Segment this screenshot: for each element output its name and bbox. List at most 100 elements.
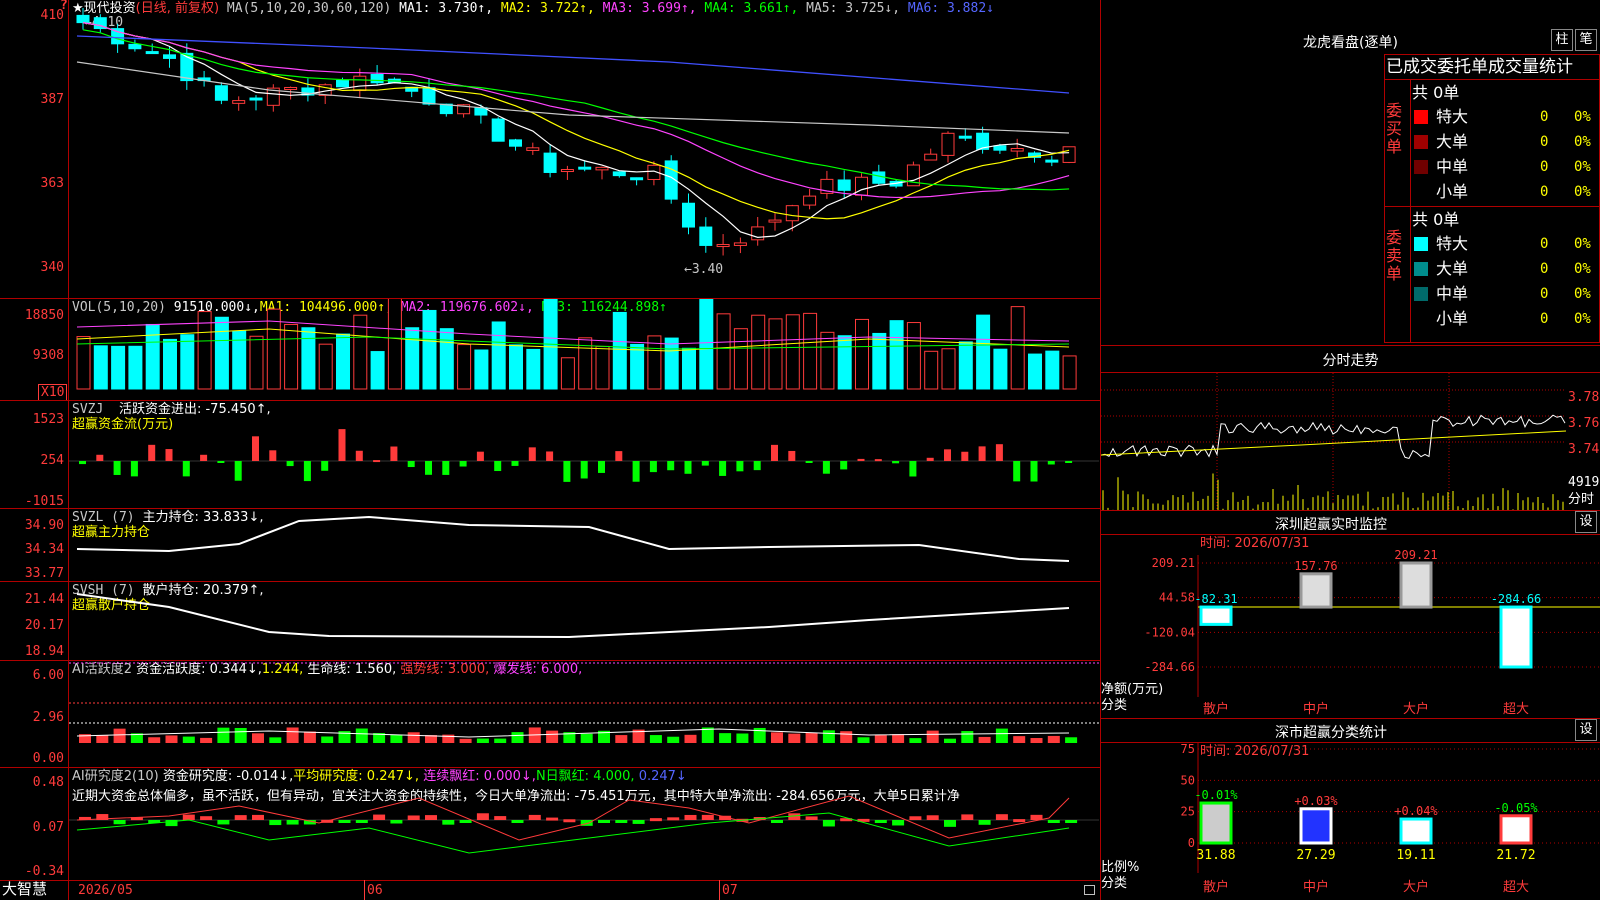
ai2-y-label: 0.07 — [32, 820, 64, 835]
volume-bar — [976, 314, 991, 390]
volume-bar — [422, 309, 437, 390]
candle-down — [543, 152, 557, 173]
candle-up — [941, 132, 955, 156]
sz-ratio-bar-chart: 75 50 25 0 -0.01% 31.88 散户 +0.03% 27.29 中户 +0.04% 1… — [1181, 743, 1600, 895]
sz-monitor-settings-button[interactable]: 设 — [1575, 511, 1597, 533]
divider — [1100, 345, 1600, 346]
activity-bar — [805, 732, 818, 743]
category-label: 超大 — [1503, 880, 1529, 895]
retail-position-line — [76, 593, 1070, 639]
class-y-label: 25 — [1181, 805, 1195, 819]
flow-bar — [1013, 461, 1021, 482]
flow-bar — [632, 461, 640, 482]
volume-bar — [785, 314, 800, 390]
divider — [1384, 206, 1600, 207]
candle-up — [1010, 147, 1024, 152]
volume-bar — [768, 318, 783, 390]
svsh-y-label: 20.17 — [24, 618, 64, 633]
research-bar — [286, 820, 299, 825]
flow-bar — [303, 461, 311, 482]
activity-bar — [355, 728, 368, 743]
flow-bar — [822, 461, 830, 474]
activity-bar — [165, 735, 178, 743]
ai-y-label: 0.00 — [32, 751, 64, 766]
volume-bar — [214, 316, 229, 390]
flow-bar — [667, 461, 675, 471]
bar-mode-button[interactable]: 柱 — [1551, 29, 1573, 51]
research-bar — [805, 816, 818, 820]
volume-bar — [751, 314, 766, 390]
intraday-y-label: 3.760 — [1568, 416, 1600, 431]
volume-bar — [664, 337, 679, 390]
price-y-label: 410 — [40, 8, 64, 23]
activity-bar — [1013, 736, 1026, 743]
divider — [0, 880, 1100, 881]
order-count: 0 — [1540, 236, 1549, 252]
candle-down — [958, 135, 972, 139]
volume-bar — [474, 349, 489, 390]
order-color-swatch — [1414, 185, 1428, 199]
flow-bar — [321, 461, 329, 471]
ma-line — [82, 22, 1070, 220]
activity-bar — [995, 728, 1008, 743]
flow-bar — [425, 461, 432, 475]
volume-bar — [837, 335, 852, 390]
candle-up — [595, 166, 609, 171]
sz-class-title: 深市超赢分类统计 — [1275, 725, 1387, 741]
research-bar — [546, 817, 559, 821]
order-color-swatch — [1414, 135, 1428, 149]
candle-down — [111, 28, 125, 45]
lock-icon[interactable] — [1084, 885, 1095, 895]
flow-bar — [511, 461, 519, 466]
research-bar — [390, 820, 403, 824]
ratio-bar — [1399, 817, 1433, 845]
flow-bar — [978, 446, 986, 461]
volume-bar — [93, 345, 108, 390]
volume-bar — [405, 327, 420, 390]
ratio-bar — [1299, 807, 1333, 845]
category-label: 超大 — [1503, 702, 1529, 717]
svzj-y-label: 1523 — [32, 412, 64, 427]
research-bar — [113, 820, 126, 825]
activity-bar — [476, 738, 489, 743]
sz-class-settings-button[interactable]: 设 — [1575, 719, 1597, 741]
sz-class-unit: 比例% — [1101, 860, 1140, 875]
research-bar — [822, 820, 835, 827]
volume-bar — [1010, 306, 1025, 390]
candle-down — [180, 52, 194, 82]
research-bar — [355, 820, 368, 823]
research-bar — [944, 820, 956, 827]
activity-bar — [684, 734, 697, 743]
research-bar — [234, 815, 247, 820]
side-label: 委买单 — [1386, 101, 1403, 156]
research-bar — [528, 814, 541, 820]
ratio-value-label: 31.88 — [1196, 848, 1235, 863]
main-position-line — [76, 515, 1070, 562]
volume-bar — [1045, 350, 1060, 390]
price-y-label: 340 — [40, 260, 64, 275]
flow-bar — [892, 461, 900, 464]
flow-bar — [1030, 461, 1038, 482]
tick-mode-button[interactable]: 笔 — [1575, 29, 1597, 51]
flow-bar — [805, 461, 813, 463]
flow-bar — [96, 454, 104, 461]
flow-bar — [79, 461, 86, 465]
monitor-y-label: -120.04 — [1144, 625, 1195, 639]
activity-bar — [286, 727, 299, 743]
research-bar — [563, 819, 576, 823]
flow-bar — [1065, 461, 1073, 463]
candle-up — [924, 153, 938, 161]
activity-bar — [771, 732, 783, 743]
research-bar — [373, 814, 386, 820]
flow-bar — [494, 461, 502, 472]
activity-bar — [874, 735, 887, 743]
flow-bar — [338, 429, 346, 461]
ai-y-label: 2.96 — [32, 710, 64, 725]
ratio-change-label: -0.05% — [1494, 801, 1538, 815]
ratio-value-label: 19.11 — [1396, 848, 1435, 863]
flow-bar — [113, 461, 121, 475]
divider — [1410, 79, 1411, 343]
flow-bar — [857, 458, 865, 461]
candle-down — [163, 54, 176, 59]
date-tick — [719, 880, 720, 900]
